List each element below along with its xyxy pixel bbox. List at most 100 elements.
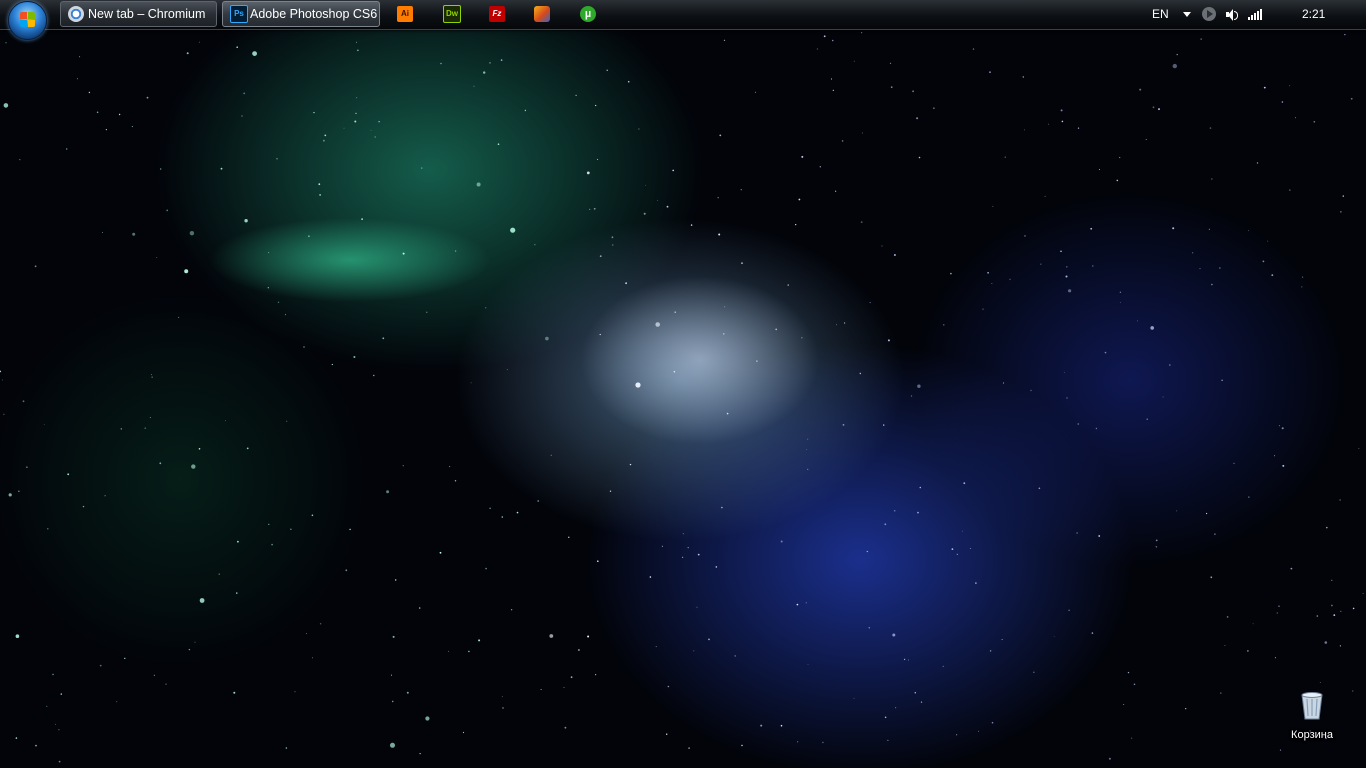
taskbar-button-photoshop[interactable]: Ps Adobe Photoshop CS6: [222, 1, 380, 27]
star: [805, 602, 807, 604]
star: [354, 120, 357, 123]
star: [0, 370, 2, 373]
star: [638, 128, 640, 130]
star: [312, 657, 313, 659]
star: [160, 168, 162, 170]
star: [859, 372, 861, 375]
star: [166, 209, 169, 212]
star: [1139, 88, 1142, 91]
star-field: [0, 32, 1364, 763]
star: [462, 731, 465, 734]
star: [1352, 690, 1354, 692]
filezilla-icon-text: Fz: [492, 9, 502, 18]
filezilla-icon[interactable]: Fz: [489, 6, 505, 22]
star: [402, 252, 405, 255]
star: [1208, 228, 1210, 230]
star: [577, 649, 580, 651]
star: [188, 648, 191, 651]
star: [1211, 283, 1213, 286]
star: [801, 337, 803, 339]
star: [780, 540, 783, 543]
star: [1256, 162, 1259, 164]
star: [1123, 704, 1125, 705]
star: [868, 627, 870, 629]
desktop-icon-recycle-bin[interactable]: Корзина: [1284, 690, 1340, 741]
star: [516, 511, 519, 514]
star: [1206, 512, 1208, 515]
language-indicator[interactable]: EN: [1152, 7, 1169, 21]
taskbar-button-chromium[interactable]: New tab – Chromium: [60, 1, 217, 27]
star: [485, 567, 487, 570]
dreamweaver-icon[interactable]: Dw: [443, 5, 461, 23]
star: [191, 464, 196, 469]
media-player-icon[interactable]: [1202, 7, 1216, 21]
star: [724, 306, 726, 308]
utorrent-icon[interactable]: µ: [580, 6, 596, 22]
chromium-icon: [68, 6, 84, 22]
star: [741, 744, 743, 747]
star: [1274, 455, 1275, 457]
star: [861, 132, 863, 134]
star: [1004, 156, 1006, 158]
star: [46, 705, 48, 707]
star: [717, 197, 719, 199]
star: [131, 126, 133, 128]
star: [343, 127, 345, 129]
star: [1324, 641, 1328, 644]
desktop-wallpaper[interactable]: [0, 0, 1366, 768]
star: [55, 723, 56, 725]
tray-expand-icon[interactable]: [1183, 12, 1191, 17]
star: [956, 553, 958, 555]
star: [1185, 708, 1187, 710]
star: [892, 633, 896, 637]
star: [982, 308, 984, 310]
star: [58, 729, 60, 731]
volume-icon[interactable]: [1226, 8, 1240, 21]
star: [1172, 63, 1178, 69]
star: [116, 701, 118, 703]
star: [1302, 276, 1304, 278]
app-icon[interactable]: [534, 6, 550, 22]
illustrator-icon[interactable]: Ai: [397, 6, 413, 22]
star: [719, 134, 722, 137]
star: [819, 166, 821, 168]
star: [688, 747, 690, 749]
star: [454, 480, 457, 482]
star: [655, 646, 657, 648]
star: [1200, 38, 1202, 40]
star: [165, 683, 167, 685]
star: [478, 639, 481, 642]
star: [667, 685, 670, 688]
star: [286, 420, 288, 422]
star: [373, 374, 375, 377]
star: [887, 739, 889, 742]
star: [1116, 179, 1119, 182]
star: [392, 635, 395, 638]
star: [881, 245, 883, 247]
clock[interactable]: 2:21: [1302, 7, 1325, 21]
star: [345, 569, 348, 572]
star: [489, 62, 491, 64]
star: [612, 244, 614, 246]
star: [917, 384, 921, 388]
star: [267, 287, 269, 289]
star: [501, 516, 504, 518]
star: [419, 753, 421, 755]
star: [1252, 623, 1254, 625]
star: [697, 553, 700, 556]
start-button[interactable]: [8, 1, 47, 40]
star: [1224, 645, 1226, 646]
star: [1133, 683, 1136, 686]
star: [290, 528, 292, 530]
star: [418, 607, 421, 609]
network-signal-icon[interactable]: [1248, 8, 1264, 20]
star: [1176, 510, 1178, 512]
star: [1191, 252, 1194, 254]
star: [118, 113, 121, 116]
photoshop-icon: Ps: [230, 5, 248, 23]
star: [1319, 682, 1321, 683]
star: [1002, 382, 1005, 384]
star: [806, 449, 808, 450]
star: [43, 424, 45, 425]
star: [540, 689, 542, 690]
